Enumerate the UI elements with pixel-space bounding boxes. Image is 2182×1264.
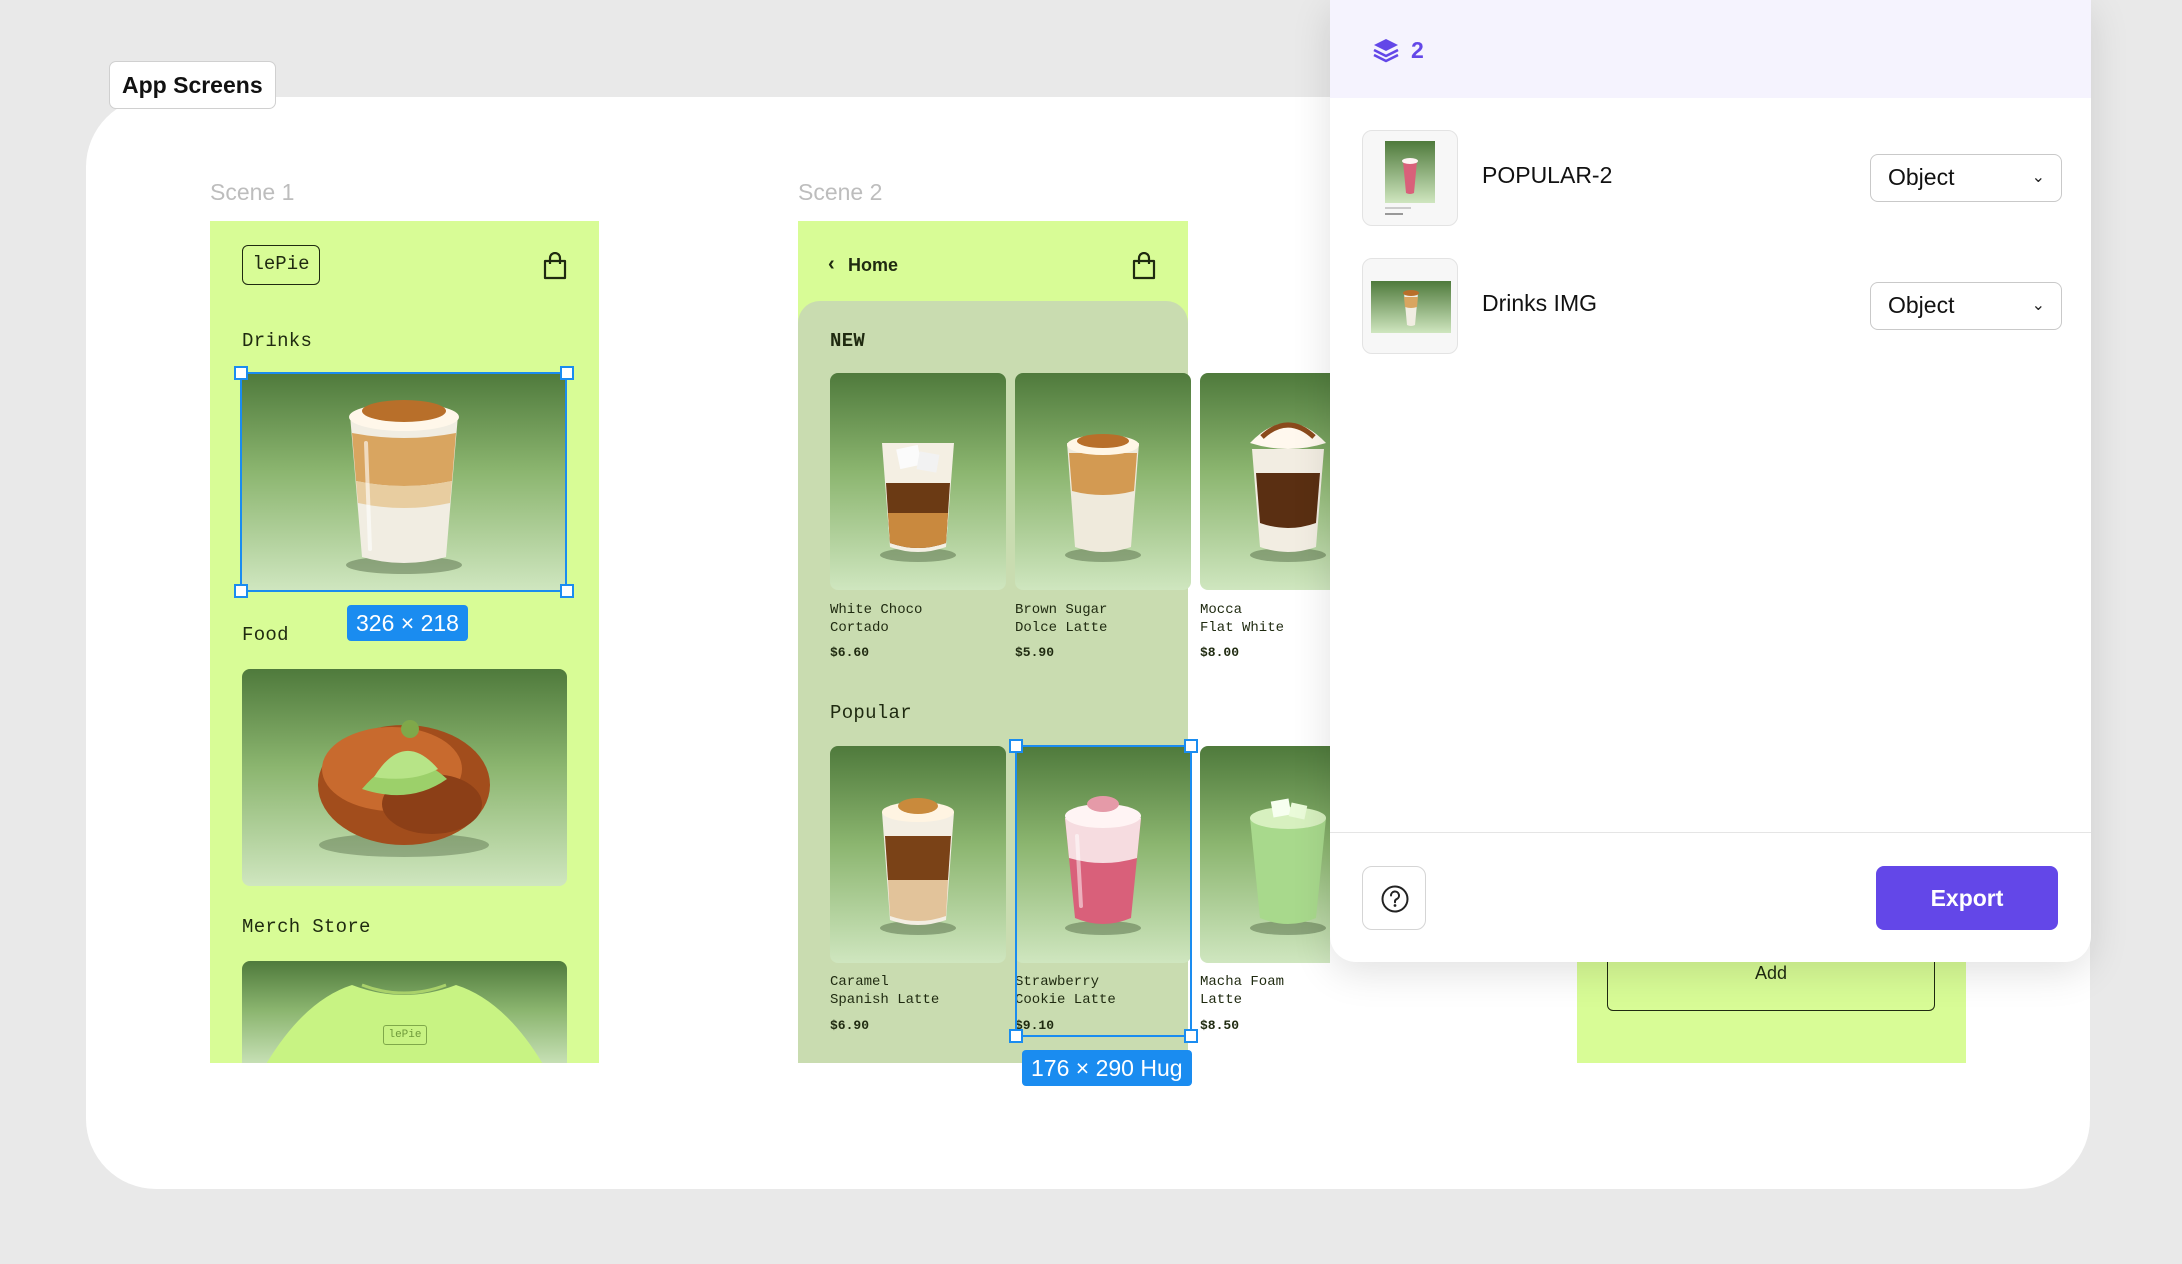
section-title-drinks: Drinks (242, 330, 313, 352)
layer-count: 2 (1411, 37, 1424, 63)
resize-handle[interactable] (1009, 1029, 1023, 1043)
product-image-mocca[interactable] (1200, 373, 1330, 590)
export-panel: 2 POPULAR-2 Object ⌄ Drinks IMG Object ⌄… (1330, 0, 2091, 962)
chevron-down-icon: ⌄ (2031, 169, 2045, 186)
resize-handle[interactable] (1184, 739, 1198, 753)
resize-handle[interactable] (1009, 739, 1023, 753)
resize-handle[interactable] (560, 366, 574, 380)
drinks-image[interactable] (242, 373, 567, 590)
frame-title-tag[interactable]: App Screens (109, 61, 276, 109)
product-name: White Choco Cortado (830, 602, 923, 636)
product-price: $5.90 (1015, 645, 1055, 660)
panel-header: 2 (1330, 0, 2091, 98)
layer-name: POPULAR-2 (1482, 162, 1613, 188)
product-name: Strawberry Cookie Latte (1015, 974, 1116, 1008)
resize-handle[interactable] (234, 366, 248, 380)
merch-image[interactable]: lePie (242, 961, 567, 1063)
shopping-bag-icon[interactable] (542, 252, 568, 280)
help-icon (1381, 885, 1409, 913)
section-title-popular: Popular (830, 702, 912, 724)
product-image-macha[interactable] (1200, 746, 1330, 963)
product-price: $8.50 (1200, 1018, 1240, 1033)
section-title-food: Food (242, 624, 289, 646)
product-image-caramel[interactable] (830, 746, 1006, 963)
dimension-badge-drinks: 326 × 218 (347, 605, 468, 641)
dimension-badge-popular: 176 × 290 Hug (1022, 1050, 1192, 1086)
layers-icon (1373, 39, 1399, 63)
chevron-down-icon: ⌄ (2031, 297, 2045, 314)
product-image-strawberry[interactable] (1015, 746, 1191, 963)
scene-2-label[interactable]: Scene 2 (798, 179, 882, 206)
layer-row-drinks-img[interactable]: Drinks IMG Object ⌄ (1362, 258, 2062, 354)
product-name: Macha Foam Latte (1200, 974, 1285, 1008)
product-price: $6.60 (830, 645, 870, 660)
product-price: $6.90 (830, 1018, 870, 1033)
section-title-merch: Merch Store (242, 916, 371, 938)
layer-thumbnail (1362, 258, 1458, 354)
scene-1-screen[interactable]: lePie Drinks Food Merch Store lePie (210, 221, 599, 1063)
resize-handle[interactable] (1184, 1029, 1198, 1043)
product-name: Brown Sugar Dolce Latte (1015, 602, 1108, 636)
scene-1-label[interactable]: Scene 1 (210, 179, 294, 206)
product-price: $8.00 (1200, 645, 1240, 660)
merch-logo: lePie (383, 1025, 427, 1045)
scene-2-content: NEW White Choco Cortado $6.60 Brown Suga… (798, 221, 1330, 1063)
layer-type-select[interactable]: Object ⌄ (1870, 154, 2062, 202)
lepie-logo: lePie (242, 245, 320, 285)
add-button-label: Add (1754, 963, 1788, 983)
layer-row-popular-2[interactable]: POPULAR-2 Object ⌄ (1362, 130, 2062, 226)
layer-thumbnail (1362, 130, 1458, 226)
product-image-white-choco[interactable] (830, 373, 1006, 590)
resize-handle[interactable] (560, 584, 574, 598)
panel-divider (1330, 832, 2091, 833)
layer-name: Drinks IMG (1482, 290, 1597, 316)
section-title-new: NEW (830, 330, 866, 352)
product-image-brown-sugar[interactable] (1015, 373, 1191, 590)
product-name: Caramel Spanish Latte (830, 974, 940, 1008)
help-button[interactable] (1362, 866, 1426, 930)
layer-type-value: Object (1888, 292, 1955, 318)
food-image[interactable] (242, 669, 567, 886)
resize-handle[interactable] (234, 584, 248, 598)
export-button[interactable]: Export (1876, 866, 2058, 930)
layer-type-select[interactable]: Object ⌄ (1870, 282, 2062, 330)
layer-type-value: Object (1888, 164, 1955, 190)
product-name: Mocca Flat White (1200, 602, 1285, 636)
